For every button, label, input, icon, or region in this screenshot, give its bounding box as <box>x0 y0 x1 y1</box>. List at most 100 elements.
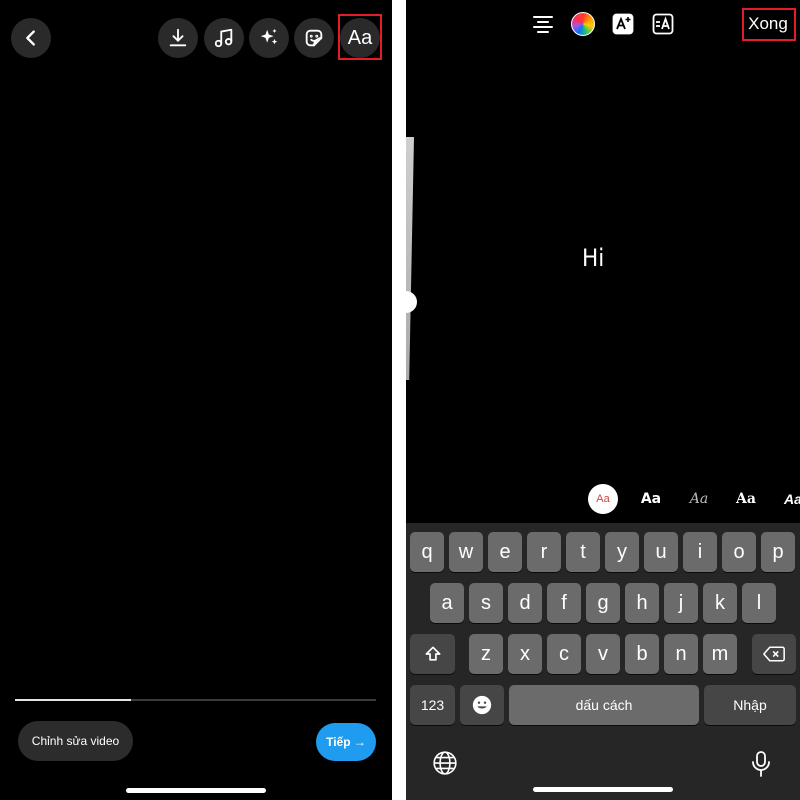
key-u[interactable]: u <box>644 532 678 572</box>
key-label: dấu cách <box>575 697 633 713</box>
text-size-slider-track[interactable] <box>406 137 414 380</box>
key-label: y <box>617 540 627 563</box>
shift-icon <box>425 646 440 661</box>
key-label: Nhập <box>733 697 767 713</box>
back-button[interactable] <box>11 18 51 58</box>
key-c[interactable]: c <box>547 634 581 674</box>
canvas-text[interactable]: Hi <box>582 244 604 272</box>
key-label: c <box>559 642 569 665</box>
key-label: f <box>561 591 567 614</box>
key-p[interactable]: p <box>761 532 795 572</box>
text-effect-icon <box>612 13 634 35</box>
text-size-slider-knob[interactable] <box>406 291 417 313</box>
key-w[interactable]: w <box>449 532 483 572</box>
key-r[interactable]: r <box>527 532 561 572</box>
globe-button[interactable] <box>432 750 458 776</box>
key-label: v <box>598 642 608 665</box>
key-label: z <box>481 642 491 665</box>
font-style-serif[interactable]: Aa <box>731 484 761 514</box>
emoji-key[interactable] <box>460 685 504 725</box>
key-n[interactable]: n <box>664 634 698 674</box>
key-q[interactable]: q <box>410 532 444 572</box>
key-m[interactable]: m <box>703 634 737 674</box>
key-label: t <box>580 540 586 563</box>
font-style-modern[interactable]: Aa <box>636 484 666 514</box>
font-style-label: Aa <box>736 491 756 507</box>
space-key[interactable]: dấu cách <box>509 685 699 725</box>
sparkles-icon <box>260 28 278 45</box>
key-f[interactable]: f <box>547 583 581 623</box>
next-button[interactable]: Tiếp → <box>316 723 376 761</box>
edit-video-button[interactable]: Chỉnh sửa video <box>18 721 133 761</box>
align-button[interactable] <box>531 12 555 36</box>
key-label: h <box>636 591 648 614</box>
effects-button[interactable] <box>249 18 289 58</box>
shift-key[interactable] <box>410 634 455 674</box>
music-note-icon <box>214 28 233 48</box>
key-label: w <box>458 540 474 563</box>
download-button[interactable] <box>158 18 198 58</box>
key-label: b <box>636 642 648 665</box>
key-g[interactable]: g <box>586 583 620 623</box>
key-k[interactable]: k <box>703 583 737 623</box>
sticker-button[interactable] <box>294 18 334 58</box>
music-button[interactable] <box>204 18 244 58</box>
key-label: d <box>519 591 531 614</box>
align-center-icon <box>533 16 553 33</box>
key-label: o <box>733 540 745 563</box>
key-label: l <box>756 591 762 614</box>
key-j[interactable]: j <box>664 583 698 623</box>
text-editor-panel: Xong Hi Aa Aa Aa Aa Aa q w e r t y u i o… <box>406 0 800 800</box>
highlight-box-text-tool <box>338 14 382 60</box>
key-l[interactable]: l <box>742 583 776 623</box>
numbers-key[interactable]: 123 <box>410 685 455 725</box>
emoji-icon <box>472 695 492 715</box>
font-style-label: Aa <box>640 491 662 507</box>
key-a[interactable]: a <box>430 583 464 623</box>
chevron-left-icon <box>26 30 35 46</box>
key-d[interactable]: d <box>508 583 542 623</box>
font-style-label: Aa <box>689 491 709 507</box>
home-indicator <box>126 788 266 793</box>
key-v[interactable]: v <box>586 634 620 674</box>
backspace-icon <box>763 646 785 662</box>
text-animation-button[interactable] <box>651 12 675 36</box>
key-label: i <box>697 540 703 563</box>
key-label: g <box>597 591 609 614</box>
text-animation-icon <box>652 13 674 35</box>
microphone-icon <box>752 751 770 777</box>
key-label: x <box>520 642 530 665</box>
video-progress-bar[interactable] <box>15 699 376 701</box>
key-z[interactable]: z <box>469 634 503 674</box>
key-s[interactable]: s <box>469 583 503 623</box>
font-style-label: Aa <box>784 491 800 507</box>
key-e[interactable]: e <box>488 532 522 572</box>
color-picker-button[interactable] <box>571 12 595 36</box>
globe-icon <box>433 751 457 775</box>
key-i[interactable]: i <box>683 532 717 572</box>
key-t[interactable]: t <box>566 532 600 572</box>
return-key[interactable]: Nhập <box>704 685 796 725</box>
key-label: a <box>441 591 453 614</box>
key-label: u <box>655 540 667 563</box>
edit-video-label: Chỉnh sửa video <box>31 734 120 748</box>
key-label: k <box>715 591 725 614</box>
key-o[interactable]: o <box>722 532 756 572</box>
key-y[interactable]: y <box>605 532 639 572</box>
backspace-key[interactable] <box>752 634 796 674</box>
key-label: r <box>540 540 548 563</box>
font-style-classic[interactable]: Aa <box>588 484 618 514</box>
font-style-bold-italic[interactable]: Aa <box>778 484 800 514</box>
next-label: Tiếp → <box>326 735 366 749</box>
key-h[interactable]: h <box>625 583 659 623</box>
highlight-box-done <box>742 8 796 41</box>
microphone-button[interactable] <box>749 750 773 778</box>
key-label: q <box>421 540 433 563</box>
download-icon <box>169 28 187 47</box>
text-effects-button[interactable] <box>611 12 635 36</box>
key-b[interactable]: b <box>625 634 659 674</box>
key-x[interactable]: x <box>508 634 542 674</box>
key-label: 123 <box>420 697 445 713</box>
story-editor-panel: Aa Chỉnh sửa video Tiếp → <box>0 0 392 800</box>
font-style-script[interactable]: Aa <box>684 484 714 514</box>
